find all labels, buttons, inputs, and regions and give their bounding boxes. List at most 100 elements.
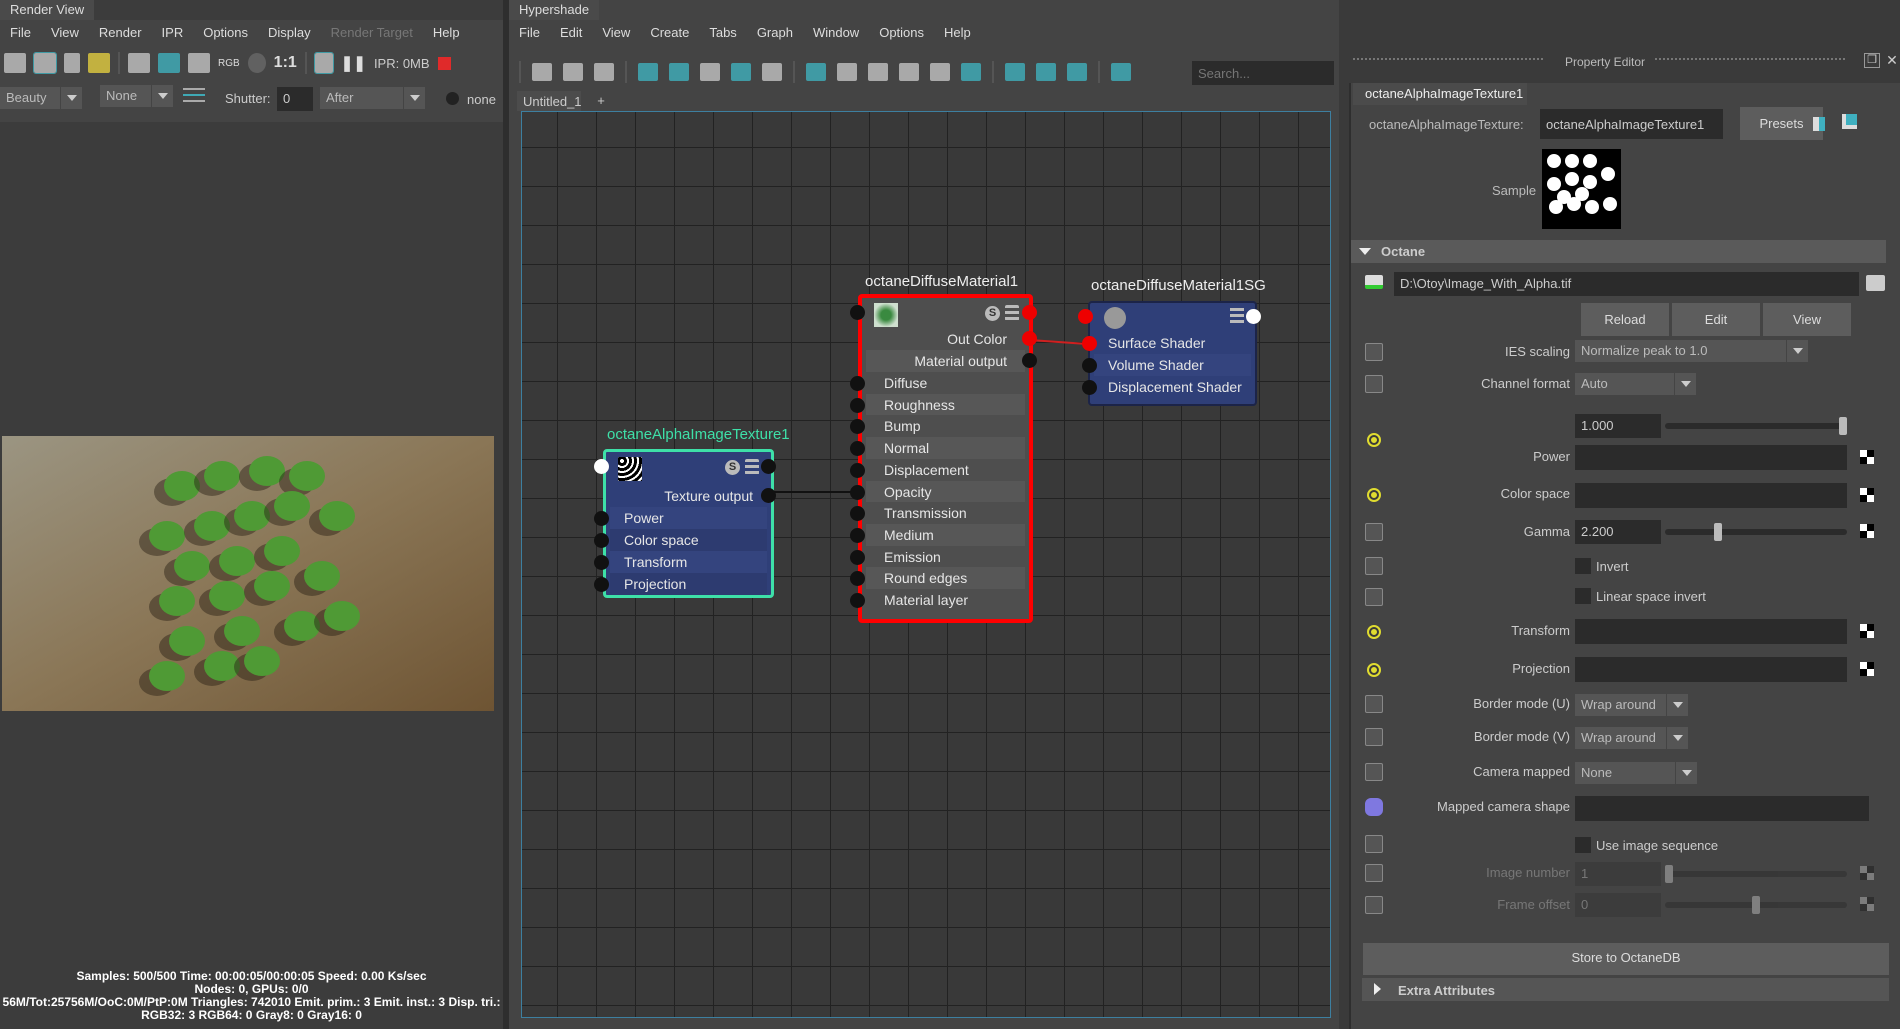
power-input[interactable]: 1.000 [1575, 414, 1661, 438]
extra-attributes-header[interactable]: Extra Attributes [1362, 978, 1889, 1001]
duplicate-icon[interactable] [1842, 114, 1857, 129]
file-reload-button[interactable]: Reload [1581, 303, 1669, 336]
menu-window[interactable]: Window [803, 25, 869, 40]
border-mode-u-dropdown[interactable]: Wrap around [1575, 694, 1688, 716]
render-icon[interactable] [4, 53, 26, 73]
grid-icon[interactable] [1005, 63, 1025, 81]
input-output-icon[interactable] [563, 63, 583, 81]
copy-tab-icon[interactable] [1813, 117, 1825, 131]
node-input-medium[interactable]: Medium [866, 523, 1025, 546]
exposure-icon[interactable] [247, 53, 266, 73]
ies-scaling-dropdown[interactable]: Normalize peak to 1.0 [1575, 340, 1808, 362]
menu-view[interactable]: View [41, 25, 89, 40]
frame-all-icon[interactable] [638, 63, 658, 81]
color-space-map-button[interactable] [1860, 488, 1874, 502]
render-swatch-icon[interactable] [961, 63, 981, 81]
store-octanedb-button[interactable]: Store to OctaneDB [1363, 943, 1889, 975]
texture-output-socket[interactable] [761, 488, 776, 503]
image-number-map-button[interactable] [1860, 866, 1874, 880]
menu-tabs[interactable]: Tabs [699, 25, 746, 40]
border-mode-v-dropdown[interactable]: Wrap around [1575, 727, 1688, 749]
input-port[interactable] [850, 397, 865, 413]
linear-space-invert-checkbox[interactable] [1575, 588, 1591, 604]
projection-field[interactable] [1575, 657, 1847, 682]
material-node[interactable]: S Out Color Material output Diffuse Roughnes… [850, 294, 1037, 623]
input-port[interactable] [594, 555, 609, 570]
menu-graph[interactable]: Graph [747, 25, 803, 40]
input-port[interactable] [850, 593, 865, 608]
gamma-map-button[interactable] [1860, 524, 1874, 538]
node-input-volume-shader[interactable]: Volume Shader [1094, 354, 1251, 376]
node-tab[interactable]: octaneAlphaImageTexture1 [1353, 83, 1527, 105]
input-port[interactable] [850, 484, 865, 500]
folder-icon[interactable] [1866, 275, 1885, 291]
output-connections-icon[interactable] [594, 63, 614, 81]
render-pass-dropdown[interactable]: Beauty [0, 87, 82, 109]
node-menu-icon[interactable] [745, 459, 759, 475]
menu-create[interactable]: Create [640, 25, 699, 40]
shading-group-node[interactable]: Surface Shader Volume Shader Displacement … [1078, 301, 1261, 406]
slider-thumb[interactable] [1752, 896, 1760, 914]
display-image-icon[interactable] [313, 52, 334, 74]
search-input[interactable] [1192, 61, 1334, 85]
node-input-emission[interactable]: Emission [866, 545, 1025, 568]
frame-offset-slider[interactable] [1665, 896, 1847, 914]
file-edit-button[interactable]: Edit [1672, 303, 1760, 336]
transform-map-button[interactable] [1860, 624, 1874, 638]
remove-node-icon[interactable] [700, 63, 720, 81]
frame-offset-map-button[interactable] [1860, 897, 1874, 911]
slider-thumb[interactable] [1839, 417, 1847, 435]
gamma-input[interactable]: 2.200 [1575, 520, 1661, 544]
input-port[interactable] [594, 533, 609, 548]
node-menu-icon[interactable] [1230, 308, 1244, 324]
pin-icon[interactable] [762, 63, 782, 81]
node-input-diffuse[interactable]: Diffuse [866, 372, 1025, 394]
ipr-render-icon[interactable] [128, 53, 150, 73]
transform-field[interactable] [1575, 619, 1847, 644]
simple-view-icon[interactable] [806, 63, 826, 81]
invert-checkbox[interactable] [1575, 558, 1591, 574]
node-graph[interactable]: octaneAlphaImageTexture1 S Texture output… [521, 111, 1331, 1018]
render-layers-icon[interactable] [183, 88, 205, 106]
node-input-bump[interactable]: Bump [866, 415, 1025, 438]
slider-thumb[interactable] [1713, 523, 1722, 541]
color-dot-icon[interactable] [446, 92, 459, 105]
shader-s-icon[interactable]: S [985, 306, 1000, 321]
presets-button[interactable]: Presets [1740, 107, 1823, 140]
gamma-slider[interactable] [1665, 523, 1847, 541]
pause-icon[interactable]: ❚❚ [341, 54, 366, 72]
node-menu-icon[interactable] [1005, 305, 1019, 321]
channel-format-dropdown[interactable]: Auto [1575, 373, 1696, 395]
graph-layout-icon[interactable] [731, 63, 751, 81]
camera-mapped-dropdown[interactable]: None [1575, 762, 1697, 784]
shutter-input[interactable]: 0 [277, 87, 313, 111]
input-port[interactable] [1082, 336, 1097, 351]
snapshot-icon[interactable] [64, 53, 80, 73]
render-region-icon[interactable] [33, 52, 57, 74]
float-window-icon[interactable]: ❐ [1864, 53, 1880, 68]
file-path-input[interactable]: D:\Otoy\Image_With_Alpha.tif [1394, 272, 1859, 296]
close-icon[interactable]: ✕ [1884, 53, 1900, 68]
node-input-displacement-shader[interactable]: Displacement Shader [1094, 376, 1251, 398]
connected-view-icon[interactable] [837, 63, 857, 81]
power-texture-field[interactable] [1575, 445, 1847, 470]
input-port[interactable] [1082, 358, 1097, 373]
menu-edit[interactable]: Edit [550, 25, 592, 40]
refresh-icon[interactable] [1067, 63, 1087, 81]
add-tab-button[interactable]: + [589, 93, 613, 108]
shutter-mode-dropdown[interactable]: After [320, 87, 425, 109]
toggle-sidebar-icon[interactable] [1111, 63, 1131, 81]
input-port[interactable] [850, 441, 865, 457]
render-settings-icon[interactable] [188, 53, 210, 73]
projection-map-button[interactable] [1860, 662, 1874, 676]
material-output-socket[interactable] [1022, 353, 1037, 368]
out-color-port[interactable] [1022, 331, 1037, 346]
add-node-icon[interactable] [669, 63, 689, 81]
full-view-icon[interactable] [868, 63, 888, 81]
input-port[interactable] [594, 511, 609, 526]
input-connections-icon[interactable] [532, 63, 552, 81]
file-view-button[interactable]: View [1763, 303, 1851, 336]
compare-dropdown[interactable]: None [100, 85, 173, 107]
use-image-sequence-checkbox[interactable] [1575, 837, 1591, 853]
rgb-channel-button[interactable]: RGB [218, 58, 240, 69]
